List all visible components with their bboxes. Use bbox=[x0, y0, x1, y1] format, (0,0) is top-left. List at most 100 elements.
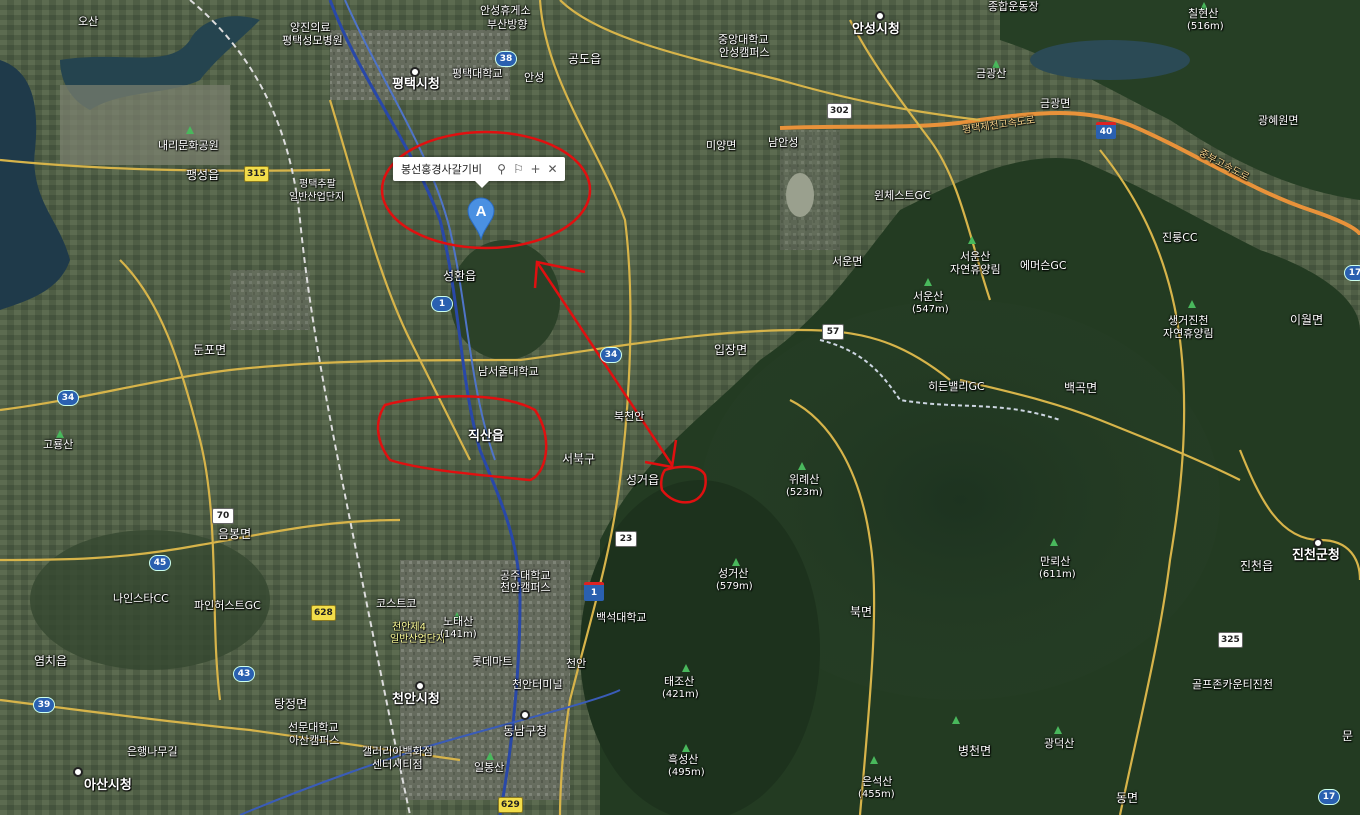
place-gwanghyewon: 광혜원면 bbox=[1258, 114, 1299, 127]
place-wiryesan-height: (523m) bbox=[786, 487, 823, 498]
road-70-shield: 70 bbox=[212, 508, 234, 524]
place-cheonan-complex: 천안제4 bbox=[392, 622, 426, 633]
zoom-in-icon[interactable]: + bbox=[527, 162, 544, 176]
place-galleria-center: 센터시티점 bbox=[372, 758, 423, 771]
place-osan: 오산 bbox=[78, 15, 99, 28]
road-315-shield: 315 bbox=[244, 166, 269, 182]
place-seonggeo: 성거읍 bbox=[626, 473, 660, 487]
place-bukcheonan: 북천안 bbox=[614, 410, 645, 423]
place-pine-hurst-gc: 파인허스트GC bbox=[194, 599, 261, 612]
place-anseong-ic: 안성 bbox=[524, 71, 545, 84]
road-628-shield: 628 bbox=[311, 605, 336, 621]
place-complex-name: 평택추팔 bbox=[299, 179, 336, 190]
quarry bbox=[786, 173, 814, 217]
place-seonggeosan-height: (579m) bbox=[716, 581, 753, 592]
close-icon[interactable]: ✕ bbox=[544, 162, 561, 176]
place-namseoul-univ: 남서울대학교 bbox=[478, 365, 539, 378]
place-seobuk-gu: 서북구 bbox=[562, 452, 596, 466]
road-17-shield: 17 bbox=[1344, 265, 1360, 281]
place-saenggeo-forest: 자연휴양림 bbox=[1163, 327, 1214, 340]
pin-icon[interactable]: ⚲ bbox=[493, 162, 510, 176]
place-heukseongsan: 흑성산 bbox=[668, 753, 699, 766]
road-45-shield: 45 bbox=[149, 555, 171, 571]
place-seonggeosan: 성거산 bbox=[718, 567, 749, 580]
place-anseong-city-hall: 안성시청 bbox=[852, 22, 900, 37]
place-nine-stars-cc: 나인스타CC bbox=[113, 592, 169, 605]
place-goryongsan: 고룡산 bbox=[43, 438, 74, 451]
place-seoun-myeon: 서운면 bbox=[832, 255, 863, 268]
place-iwol: 이월면 bbox=[1290, 313, 1324, 327]
road-34-west-shield: 34 bbox=[57, 390, 79, 406]
place-wiryesan: 위례산 bbox=[789, 473, 820, 486]
place-taejosan: 태조산 bbox=[664, 675, 695, 688]
place-geumgwang-myeon: 금광면 bbox=[1040, 97, 1071, 110]
place-seounsan-height: (547m) bbox=[912, 304, 949, 315]
place-cheonan-city-hall: 천안시청 bbox=[392, 692, 440, 707]
place-winchester-gc: 윈체스트GC bbox=[874, 189, 931, 202]
expressway-1-shield: 1 bbox=[584, 582, 604, 601]
place-notaesan: 노태산 bbox=[443, 615, 474, 628]
place-gongju-campus: 천안캠퍼스 bbox=[500, 581, 551, 594]
place-tangjeong: 탕정면 bbox=[274, 697, 308, 711]
place-seonmun-univ: 선문대학교 bbox=[288, 721, 339, 734]
place-anseong-rest-area: 안성휴게소 bbox=[480, 4, 531, 17]
place-complex-type: 일반산업단지 bbox=[289, 192, 345, 203]
location-marker-a[interactable]: A bbox=[466, 196, 496, 240]
place-baekgok: 백곡면 bbox=[1064, 381, 1098, 395]
walking-route-icon[interactable]: ⚐ bbox=[510, 162, 527, 176]
place-emerson-gc: 에머슨GC bbox=[1020, 259, 1067, 272]
place-galleria: 갤러리아백화점 bbox=[362, 745, 433, 758]
place-sports-ground: 종합운동장 bbox=[988, 0, 1039, 13]
place-dongnam-gu: 동남구청 bbox=[503, 724, 548, 738]
road-325-shield: 325 bbox=[1218, 632, 1243, 648]
road-57-shield: 57 bbox=[822, 324, 844, 340]
place-ipjang: 입장면 bbox=[714, 343, 748, 357]
place-info-popup[interactable]: 봉선홍경사갈기비 ⚲ ⚐ + ✕ bbox=[393, 157, 565, 188]
place-costco: 코스트코 bbox=[376, 597, 417, 610]
road-43-shield: 43 bbox=[233, 666, 255, 682]
place-asan-city-hall: 아산시청 bbox=[84, 778, 132, 793]
place-chungang-univ: 중앙대학교 bbox=[718, 33, 769, 46]
place-saenggeo-jincheon: 생거진천 bbox=[1168, 314, 1209, 327]
place-mun: 문 bbox=[1342, 729, 1354, 743]
road-34-shield: 34 bbox=[600, 347, 622, 363]
seonghwan-hill bbox=[450, 240, 560, 360]
place-seonmun-campus: 아산캠퍼스 bbox=[289, 734, 340, 747]
place-seonghwan: 성환읍 bbox=[443, 269, 477, 283]
place-seoun-forest-type: 자연휴양림 bbox=[950, 263, 1001, 276]
place-pyeongtaek-univ: 평택대학교 bbox=[452, 67, 503, 80]
place-seoun-forest: 서운산 bbox=[960, 250, 991, 263]
place-eunseoksan-height: (455m) bbox=[858, 789, 895, 800]
place-eunhaeng-road: 은행나무길 bbox=[127, 745, 178, 758]
marker-letter: A bbox=[476, 203, 487, 220]
place-hidden-valley-gc: 히든밸리GC bbox=[928, 380, 985, 393]
dunpo-urban bbox=[230, 270, 310, 330]
place-miyang: 미양면 bbox=[706, 139, 737, 152]
place-yeomchi: 염치읍 bbox=[34, 654, 68, 668]
place-geumgwangsan: 금광산 bbox=[976, 67, 1007, 80]
place-heukseongsan-height: (495m) bbox=[668, 767, 705, 778]
place-pyeongtaek-city-hall: 평택시청 bbox=[392, 77, 440, 92]
road-38-shield: 38 bbox=[495, 51, 517, 67]
road-302-shield: 302 bbox=[827, 103, 852, 119]
road-39-shield: 39 bbox=[33, 697, 55, 713]
place-seounsan: 서운산 bbox=[913, 290, 944, 303]
place-eunseoksan: 은석산 bbox=[862, 775, 893, 788]
place-gwangdeoksan: 광덕산 bbox=[1044, 737, 1075, 750]
place-naeri-park: 내리문화공원 bbox=[158, 139, 219, 152]
place-cheonan-complex-type: 일반산업단지 bbox=[390, 634, 446, 645]
place-mallisan-height: (611m) bbox=[1039, 569, 1076, 580]
expressway-40-shield: 40 bbox=[1096, 122, 1116, 139]
place-mallisan: 만뢰산 bbox=[1040, 555, 1071, 568]
popup-title[interactable]: 봉선홍경사갈기비 bbox=[393, 161, 493, 177]
place-byeongcheon: 병천면 bbox=[958, 744, 992, 758]
road-17-south-shield: 17 bbox=[1318, 789, 1340, 805]
place-busan-direction: 부산방향 bbox=[487, 18, 528, 31]
place-baekseok-univ: 백석대학교 bbox=[596, 611, 647, 624]
airbase-area bbox=[60, 85, 230, 165]
reservoir bbox=[1030, 40, 1190, 80]
place-yangjin-hospital: 양진의료 bbox=[290, 21, 331, 34]
place-notaesan-height: (141m) bbox=[440, 629, 477, 640]
place-jincheon-office: 진천군청 bbox=[1292, 548, 1340, 563]
road-23-shield: 23 bbox=[615, 531, 637, 547]
